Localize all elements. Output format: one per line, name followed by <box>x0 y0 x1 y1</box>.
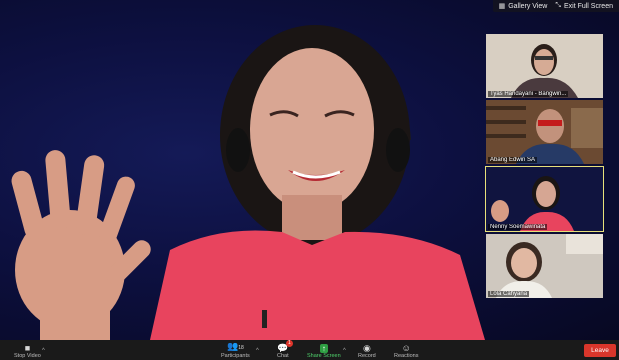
participant-name: Lola Cahyana <box>488 291 530 297</box>
leave-label: Leave <box>591 347 609 354</box>
gallery-view-label: Gallery View <box>508 2 548 10</box>
exit-full-screen-label: Exit Full Screen <box>563 2 613 10</box>
share-screen-label: Share Screen <box>307 353 341 359</box>
video-options-chevron-icon[interactable]: ^ <box>42 348 45 354</box>
record-label: Record <box>358 353 376 359</box>
exit-fullscreen-icon: ⤡ <box>555 2 561 9</box>
stop-video-button[interactable]: ■ Stop Video <box>14 340 41 360</box>
participant-name: Nenny Soemawinata <box>488 224 548 230</box>
record-button[interactable]: ◉ Record <box>358 340 376 360</box>
participant-name: Abang Edwin SA <box>488 157 538 163</box>
reactions-label: Reactions <box>394 353 419 359</box>
gallery-view-button[interactable]: ▦ Gallery View <box>498 2 548 11</box>
share-screen-button[interactable]: ↑ Share Screen <box>307 340 341 360</box>
participants-icon: 👥18 <box>226 341 244 352</box>
meeting-toolbar: ■ Stop Video ^ 👥18 Participants ^ 💬 1 Ch… <box>0 340 619 360</box>
participant-tile-1[interactable]: Tyas Handayani - Bangwin... <box>486 34 603 98</box>
participants-count: 18 <box>238 345 244 351</box>
chat-button[interactable]: 💬 1 Chat <box>277 340 293 360</box>
participants-button[interactable]: 👥18 Participants <box>221 340 250 360</box>
participant-video <box>486 234 603 298</box>
exit-full-screen-button[interactable]: ⤡ Exit Full Screen <box>555 2 613 10</box>
reactions-button[interactable]: ☺ Reactions <box>394 340 418 360</box>
participant-name: Tyas Handayani - Bangwin... <box>488 91 569 97</box>
share-screen-icon: ↑ <box>319 344 328 353</box>
top-controls-bar: ▦ Gallery View ⤡ Exit Full Screen <box>492 0 619 12</box>
share-options-chevron-icon[interactable]: ^ <box>343 348 346 354</box>
participant-tile-4[interactable]: Lola Cahyana <box>486 234 603 298</box>
participants-label: Participants <box>221 353 250 359</box>
video-camera-icon: ■ <box>24 343 31 353</box>
participant-tile-3-active-speaker[interactable]: Nenny Soemawinata <box>485 166 604 232</box>
participant-tile-2[interactable]: Abang Edwin SA <box>486 100 603 164</box>
leave-meeting-button[interactable]: Leave <box>584 344 616 357</box>
participant-video <box>486 100 603 164</box>
chat-label: Chat <box>277 353 289 359</box>
stop-video-label: Stop Video <box>14 353 41 359</box>
record-icon: ◉ <box>362 343 371 353</box>
participant-video <box>486 34 603 98</box>
participants-options-chevron-icon[interactable]: ^ <box>256 348 259 354</box>
participant-video <box>486 167 603 231</box>
smiley-icon: ☺ <box>401 343 411 353</box>
grid-icon: ▦ <box>498 3 506 10</box>
chat-unread-badge: 1 <box>286 340 293 347</box>
